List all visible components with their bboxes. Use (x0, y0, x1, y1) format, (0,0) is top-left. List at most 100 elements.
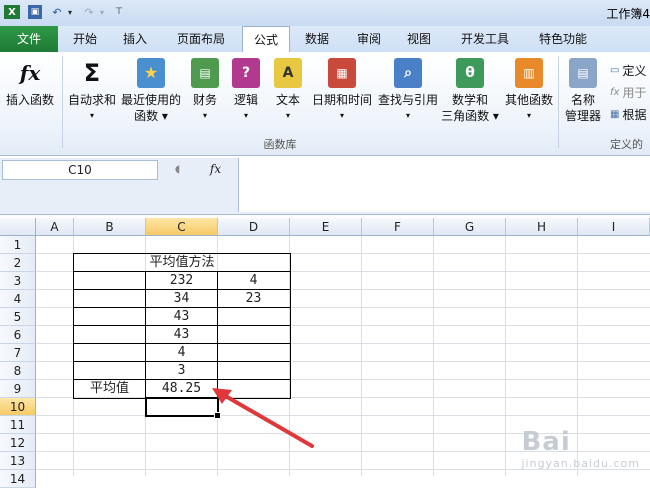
dropdown-arrow-icon: ▾ (526, 111, 531, 120)
text-button[interactable]: A 文本 ▾ (272, 58, 304, 124)
gridline (361, 236, 362, 476)
formula-controls: ◖ fx (160, 160, 236, 178)
column-header-g[interactable]: G (434, 218, 506, 236)
define-name-button[interactable]: ▭ 定义 (610, 62, 646, 79)
datetime-button[interactable]: ▦ 日期和时间 ▾ (310, 58, 374, 124)
undo-dropdown-icon[interactable]: ▾ (66, 5, 74, 19)
select-all-corner[interactable] (0, 218, 36, 236)
recent-functions-button[interactable]: ★ 最近使用的 函数 ▾ (120, 58, 182, 124)
insert-function-label: 插入函数 (5, 93, 54, 107)
star-book-icon: ★ (137, 58, 165, 88)
row-header-2[interactable]: 2 (0, 254, 36, 272)
other-functions-label: 其他函数 (504, 93, 553, 107)
expand-handle-icon[interactable]: ◖ (175, 164, 180, 175)
redo-dropdown-icon[interactable]: ▾ (98, 5, 106, 19)
tab-special[interactable]: 特色功能 (530, 26, 596, 52)
row-header-1[interactable]: 1 (0, 236, 36, 254)
insert-function-button[interactable]: fx 插入函数 (4, 58, 56, 108)
cell-c3[interactable]: 232 (146, 272, 217, 290)
row-header-3[interactable]: 3 (0, 272, 36, 290)
row-header-10[interactable]: 10 (0, 398, 36, 416)
dropdown-arrow-icon: ▾ (243, 111, 248, 120)
column-header-h[interactable]: H (506, 218, 578, 236)
column-header-e[interactable]: E (290, 218, 362, 236)
logic-button[interactable]: ? 逻辑 ▾ (230, 58, 262, 124)
row-header-9[interactable]: 9 (0, 380, 36, 398)
fx-icon: fx (19, 61, 41, 85)
create-from-selection-button[interactable]: ▦ 根据 (610, 106, 646, 123)
ribbon-tabs: 文件 开始 插入 页面布局 公式 数据 审阅 视图 开发工具 特色功能 (0, 26, 650, 54)
row-header-4[interactable]: 4 (0, 290, 36, 308)
use-in-formula-button[interactable]: fx 用于 (610, 84, 646, 101)
lookup-button[interactable]: ⌕ 查找与引用 ▾ (376, 58, 440, 124)
cell-c8[interactable]: 3 (146, 362, 217, 380)
row-header-7[interactable]: 7 (0, 344, 36, 362)
formula-input[interactable] (238, 158, 650, 212)
math-label: 数学和 (451, 93, 488, 107)
tab-developer[interactable]: 开发工具 (452, 26, 518, 52)
finance-button[interactable]: ▤ 财务 ▾ (188, 58, 222, 124)
finance-label: 财务 (192, 93, 217, 107)
cell-c9-average-value[interactable]: 48.25 (146, 380, 217, 398)
logic-label: 逻辑 (233, 93, 258, 107)
tab-formulas[interactable]: 公式 (242, 26, 290, 54)
fill-handle[interactable] (214, 412, 221, 419)
dropdown-arrow-icon: ▾ (405, 111, 410, 120)
tab-file[interactable]: 文件 (0, 26, 58, 52)
column-header-d[interactable]: D (218, 218, 290, 236)
row-header-11[interactable]: 11 (0, 416, 36, 434)
dropdown-arrow-icon: ▾ (202, 111, 207, 120)
column-header-i[interactable]: I (578, 218, 650, 236)
ribbon-formulas: fx 插入函数 Σ 自动求和 ▾ ★ 最近使用的 函数 ▾ ▤ 财务 ▾ ? 逻… (0, 52, 650, 156)
cell-c6[interactable]: 43 (146, 326, 217, 344)
recent-functions-label-2: 函数 ▾ (134, 109, 168, 123)
insert-fx-icon[interactable]: fx (210, 162, 221, 176)
worksheet-grid: A B C D E F G H I 1 2 3 4 5 6 7 8 9 10 1… (0, 218, 650, 488)
datetime-book-icon: ▦ (328, 58, 356, 88)
formula-bar: C10 ◖ fx (0, 158, 650, 215)
cell-d4[interactable]: 23 (218, 290, 289, 308)
cell-c5[interactable]: 43 (146, 308, 217, 326)
tab-review[interactable]: 审阅 (348, 26, 390, 52)
row-header-6[interactable]: 6 (0, 326, 36, 344)
undo-icon[interactable]: ↶ (50, 5, 64, 19)
name-manager-button[interactable]: ▤ 名称 管理器 (562, 58, 604, 124)
cell-c4[interactable]: 34 (146, 290, 217, 308)
column-header-b[interactable]: B (74, 218, 146, 236)
excel-logo-icon: X (4, 5, 20, 19)
tab-page-layout[interactable]: 页面布局 (166, 26, 236, 52)
sigma-icon: Σ (83, 59, 101, 87)
save-icon[interactable]: ▣ (28, 5, 42, 19)
cell-d3[interactable]: 4 (218, 272, 289, 290)
other-functions-button[interactable]: ▥ 其他函数 ▾ (502, 58, 556, 124)
watermark-subtext: jingyan.baidu.com (521, 457, 640, 470)
autosum-label: 自动求和 (67, 93, 116, 107)
redo-icon[interactable]: ↷ (82, 5, 96, 19)
use-in-formula-icon: fx (610, 87, 620, 98)
tab-insert[interactable]: 插入 (112, 26, 158, 52)
row-header-14[interactable]: 14 (0, 470, 36, 488)
cell-c7[interactable]: 4 (146, 344, 217, 362)
column-header-a[interactable]: A (36, 218, 74, 236)
column-header-f[interactable]: F (362, 218, 434, 236)
cell-b2-title[interactable]: 平均值方法 (74, 254, 290, 272)
row-header-8[interactable]: 8 (0, 362, 36, 380)
tab-data[interactable]: 数据 (296, 26, 338, 52)
row-header-13[interactable]: 13 (0, 452, 36, 470)
math-label-2: 三角函数 ▾ (441, 109, 499, 123)
math-button[interactable]: θ 数学和 三角函数 ▾ (440, 58, 500, 124)
tab-view[interactable]: 视图 (398, 26, 440, 52)
row-header-12[interactable]: 12 (0, 434, 36, 452)
active-cell-c10[interactable] (145, 397, 219, 417)
row-header-5[interactable]: 5 (0, 308, 36, 326)
other-books-icon: ▥ (515, 58, 543, 88)
name-box[interactable]: C10 (2, 160, 158, 180)
tab-home[interactable]: 开始 (62, 26, 108, 52)
column-header-c[interactable]: C (146, 218, 218, 236)
name-manager-label-2: 管理器 (564, 109, 601, 123)
logic-book-icon: ? (232, 58, 260, 88)
autosum-button[interactable]: Σ 自动求和 ▾ (66, 58, 118, 124)
cell-b9-average-label[interactable]: 平均值 (74, 380, 145, 398)
gridline (505, 236, 506, 476)
customize-qat-icon[interactable]: ⊤ (114, 5, 124, 19)
